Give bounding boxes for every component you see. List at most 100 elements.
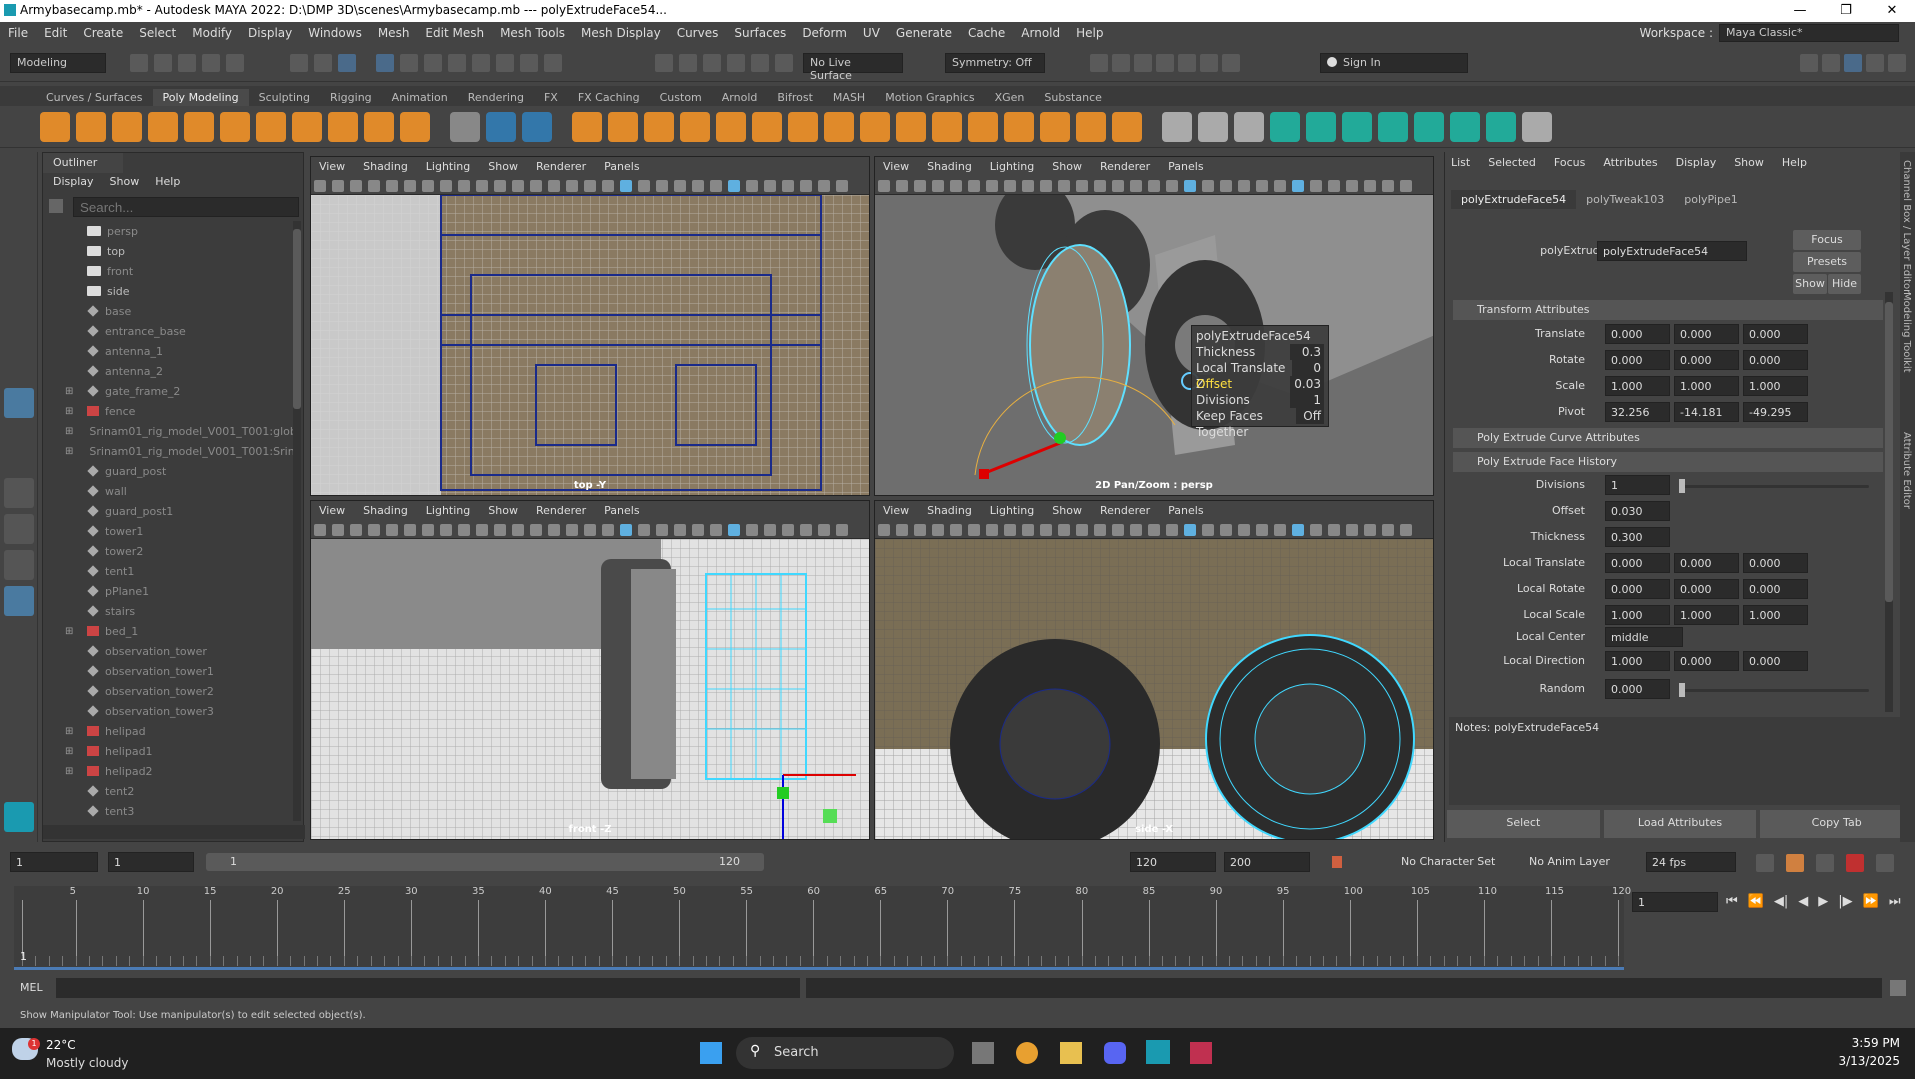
viewport-tool-icon[interactable] [878, 524, 890, 536]
focus-button[interactable]: Focus [1793, 230, 1861, 250]
viewport-tool-icon[interactable] [512, 180, 524, 192]
viewport-tool-icon[interactable] [1058, 180, 1070, 192]
menu-display[interactable]: Display [240, 26, 300, 40]
viewport-tool-icon[interactable] [1382, 524, 1394, 536]
anim-layer-dropdown[interactable]: No Anim Layer [1524, 852, 1634, 872]
cut-uv-icon[interactable] [1378, 112, 1408, 142]
ae-menu-show[interactable]: Show [1734, 156, 1764, 169]
viewport-tool-icon[interactable] [968, 180, 980, 192]
viewport-tool-icon[interactable] [836, 180, 848, 192]
viewport-tool-icon[interactable] [800, 180, 812, 192]
viewport-tool-icon[interactable] [1364, 524, 1376, 536]
viewport-tool-icon[interactable] [458, 180, 470, 192]
outliner-layout-icon[interactable] [4, 586, 34, 616]
shelf-tab[interactable]: Animation [382, 89, 458, 106]
remesh-icon[interactable] [752, 112, 782, 142]
viewport-menu-lighting[interactable]: Lighting [426, 160, 470, 174]
chrome-icon[interactable] [1016, 1042, 1038, 1064]
viewport-tool-icon[interactable] [566, 524, 578, 536]
outliner-item[interactable]: ⊞ helipad2 [43, 761, 293, 781]
viewport-tool-icon[interactable] [602, 524, 614, 536]
viewport-menu-show[interactable]: Show [488, 504, 518, 518]
outliner-item[interactable]: pPlane1 [43, 581, 293, 601]
circularize-icon[interactable] [1040, 112, 1070, 142]
viewport-tool-icon[interactable] [638, 524, 650, 536]
super-shape-icon[interactable] [328, 112, 358, 142]
menu-cache[interactable]: Cache [960, 26, 1013, 40]
viewport-tool-icon[interactable] [1076, 180, 1088, 192]
auto-key-icon[interactable] [1332, 856, 1342, 868]
viewport-tool-icon[interactable] [566, 180, 578, 192]
viewport-tool-icon[interactable] [818, 180, 830, 192]
hud-row-value[interactable]: 1 [1290, 392, 1324, 408]
viewport-tool-icon[interactable] [1310, 180, 1322, 192]
cone-icon[interactable] [148, 112, 178, 142]
viewport-tool-icon[interactable] [1292, 524, 1304, 536]
viewport-tool-icon[interactable] [932, 180, 944, 192]
torus-icon[interactable] [184, 112, 214, 142]
viewport-tool-icon[interactable] [1166, 524, 1178, 536]
snap-curve-icon[interactable] [679, 54, 697, 72]
curve-attributes-section[interactable]: Poly Extrude Curve Attributes [1453, 428, 1883, 448]
viewport-tool-icon[interactable] [1346, 524, 1358, 536]
shelf-tab[interactable]: XGen [985, 89, 1035, 106]
cylinder-icon[interactable] [112, 112, 142, 142]
viewport-tool-icon[interactable] [1094, 524, 1106, 536]
viewport-front[interactable]: View Shading Lighting Show Renderer Panels fr… [310, 500, 870, 840]
viewport-tool-icon[interactable] [1220, 524, 1232, 536]
select-object-icon[interactable] [314, 54, 332, 72]
node-name-field[interactable]: polyExtrudeFace54 [1597, 241, 1747, 261]
viewport-tool-icon[interactable] [1148, 524, 1160, 536]
viewport-tool-icon[interactable] [494, 524, 506, 536]
side-tab[interactable]: Channel Box / Layer Editor [1901, 160, 1912, 293]
lasso-tool-icon[interactable] [4, 204, 34, 234]
ae-scrollbar[interactable] [1885, 292, 1893, 712]
weather-temp[interactable]: 22°C [46, 1038, 76, 1052]
viewport-tool-icon[interactable] [1256, 524, 1268, 536]
outliner-item[interactable]: observation_tower1 [43, 661, 293, 681]
offset-field[interactable]: 0.030 [1605, 501, 1670, 521]
viewport-tool-icon[interactable] [968, 524, 980, 536]
viewport-menu-view[interactable]: View [883, 504, 909, 518]
viewport-tool-icon[interactable] [674, 180, 686, 192]
highlight-icon[interactable] [544, 54, 562, 72]
viewport-menu-shading[interactable]: Shading [363, 504, 408, 518]
viewport-tool-icon[interactable] [1274, 524, 1286, 536]
menu-file[interactable]: File [0, 26, 36, 40]
persp-view-canvas[interactable]: polyExtrudeFace54 Thickness 0.3 Local Trans… [875, 180, 1433, 495]
shelf-tab[interactable]: Substance [1034, 89, 1112, 106]
ppt-icon[interactable] [486, 112, 516, 142]
viewport-tool-icon[interactable] [620, 180, 632, 192]
viewport-tool-icon[interactable] [710, 180, 722, 192]
outliner-item[interactable]: side [43, 281, 293, 301]
outliner-item[interactable]: observation_tower2 [43, 681, 293, 701]
viewport-tool-icon[interactable] [878, 180, 890, 192]
attribute-editor-toggle-icon[interactable] [1844, 54, 1862, 72]
attr-field[interactable]: -49.295 [1743, 402, 1808, 422]
outliner-item[interactable]: base [43, 301, 293, 321]
cube-icon[interactable] [76, 112, 106, 142]
menu-deform[interactable]: Deform [794, 26, 855, 40]
viewport-menu-renderer[interactable]: Renderer [536, 504, 586, 518]
viewport-menu-lighting[interactable]: Lighting [990, 504, 1034, 518]
open-scene-icon[interactable] [154, 54, 172, 72]
viewport-tool-icon[interactable] [1112, 524, 1124, 536]
retopo-icon[interactable] [788, 112, 818, 142]
attr-field[interactable]: 0.000 [1743, 553, 1808, 573]
outliner-item[interactable]: wall [43, 481, 293, 501]
filter-icon[interactable] [49, 199, 63, 213]
menu-create[interactable]: Create [75, 26, 131, 40]
step-back-key-icon[interactable]: ⏪ [1748, 894, 1764, 909]
expand-icon[interactable]: ⊞ [65, 626, 77, 637]
script-editor-icon[interactable] [1890, 980, 1906, 996]
viewport-tool-icon[interactable] [440, 180, 452, 192]
arnold-render-icon[interactable] [1200, 54, 1218, 72]
attr-field[interactable]: 0.000 [1605, 553, 1670, 573]
auto-uv-icon[interactable] [1342, 112, 1372, 142]
random-slider[interactable] [1679, 683, 1869, 697]
show-manipulator-icon[interactable] [4, 388, 34, 418]
outliner-tab[interactable]: Outliner [43, 153, 123, 173]
render-settings-icon[interactable] [1156, 54, 1174, 72]
render-current-icon[interactable] [1112, 54, 1130, 72]
outliner-item[interactable]: guard_post [43, 461, 293, 481]
